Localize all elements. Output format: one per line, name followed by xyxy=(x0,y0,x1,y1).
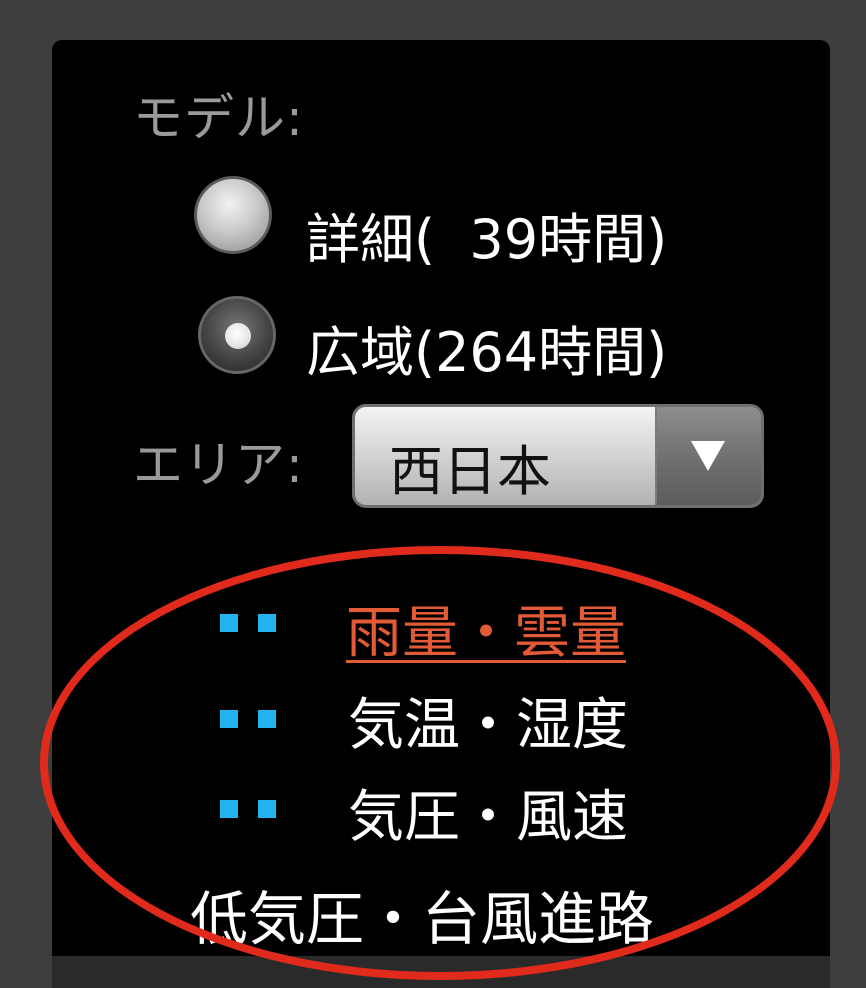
model-label: モデル: xyxy=(133,89,304,147)
radio-wide-area-label[interactable]: 広域(264時間) xyxy=(306,308,667,387)
area-label: エリア: xyxy=(133,436,304,494)
radio-detail[interactable] xyxy=(194,176,272,254)
radio-selected-dot xyxy=(225,323,251,349)
annotation-circle xyxy=(40,546,840,980)
radio-detail-label[interactable]: 詳細( 39時間) xyxy=(306,195,667,274)
area-select-dropdown-button[interactable] xyxy=(655,407,761,505)
chevron-down-icon xyxy=(691,441,725,471)
radio-wide-area[interactable] xyxy=(198,296,276,374)
area-select[interactable]: 西日本 xyxy=(352,404,764,508)
area-select-value: 西日本 xyxy=(389,440,551,503)
